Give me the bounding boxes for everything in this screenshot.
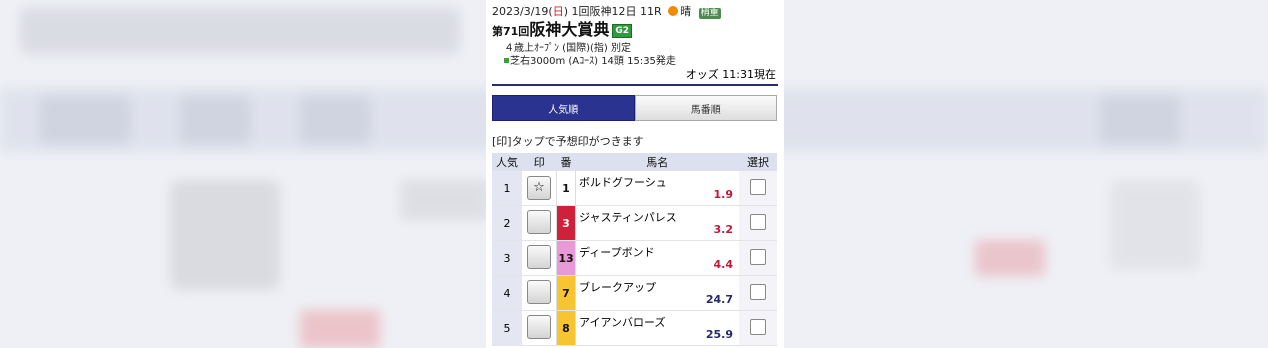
select-cell — [739, 205, 777, 241]
mark-cell: ☆ — [522, 171, 557, 206]
select-checkbox[interactable] — [750, 178, 766, 195]
tab-popularity[interactable]: 人気順 — [492, 95, 635, 121]
select-checkbox[interactable] — [750, 318, 766, 335]
select-checkbox[interactable] — [750, 248, 766, 265]
horse-cell: ブレークアップ 24.7 — [575, 275, 739, 311]
mark-button[interactable]: ☆ — [527, 176, 551, 200]
horse-name[interactable]: ディープボンド — [579, 244, 655, 260]
select-checkbox[interactable] — [750, 213, 766, 230]
popularity-rank: 1 — [492, 171, 522, 206]
horse-name[interactable]: ジャスティンパレス — [579, 209, 677, 225]
horse-number: 1 — [556, 171, 576, 206]
race-header: 2023/3/19(日) 1回阪神12日 11R 晴 稍重 第71回阪神大賞典 G… — [486, 0, 784, 68]
popularity-rank: 4 — [492, 275, 522, 311]
header-rank: 人気 — [492, 153, 522, 171]
mark-button[interactable] — [527, 279, 551, 304]
mark-button[interactable] — [527, 209, 551, 234]
table-row: 3 13 ディープボンド 4.4 — [492, 240, 777, 276]
race-edition: 第71回 — [492, 25, 530, 38]
course-text: 芝右3000m (Aｺｰｽ) 14頭 15:35発走 — [510, 56, 676, 67]
popularity-rank: 2 — [492, 205, 522, 241]
tab-horse-number[interactable]: 馬番順 — [634, 95, 777, 121]
sort-tabs: 人気順 馬番順 — [492, 95, 777, 121]
win-odds: 24.7 — [705, 293, 733, 306]
odds-table: 人気 印 番 馬名 選択 1 ☆ 1 ボルドグフーシュ 1.9 2 3 ジャスティンパレス 3.… — [492, 153, 777, 346]
win-odds: 3.2 — [713, 223, 734, 236]
mark-cell — [522, 275, 557, 311]
header-mark: 印 — [522, 153, 557, 171]
header-horse-name: 馬名 — [575, 153, 739, 171]
horse-number: 7 — [556, 275, 576, 311]
horse-cell: ジャスティンパレス 3.2 — [575, 205, 739, 241]
turf-square-icon — [504, 58, 509, 63]
popularity-rank: 3 — [492, 240, 522, 276]
day-of-week: 日 — [552, 5, 564, 18]
select-checkbox[interactable] — [750, 283, 766, 300]
horse-cell: アイアンバローズ 25.9 — [575, 310, 739, 346]
horse-name[interactable]: アイアンバローズ — [579, 314, 665, 330]
win-odds: 4.4 — [713, 258, 734, 271]
popularity-rank: 5 — [492, 310, 522, 346]
select-cell — [739, 171, 777, 206]
race-meeting: ) 1回阪神12日 11R — [563, 5, 662, 18]
win-odds: 1.9 — [713, 188, 734, 201]
race-name: 阪神大賞典 — [529, 20, 610, 39]
select-cell — [739, 275, 777, 311]
horse-number: 3 — [556, 205, 576, 241]
table-row: 4 7 ブレークアップ 24.7 — [492, 275, 777, 311]
select-cell — [739, 240, 777, 276]
mark-cell — [522, 310, 557, 346]
table-row: 2 3 ジャスティンパレス 3.2 — [492, 205, 777, 241]
mark-hint: [印]タップで予想印がつきます — [492, 135, 644, 148]
horse-number: 8 — [556, 310, 576, 346]
mark-button[interactable] — [527, 244, 551, 269]
horse-cell: ディープボンド 4.4 — [575, 240, 739, 276]
horse-cell: ボルドグフーシュ 1.9 — [575, 171, 739, 206]
select-cell — [739, 310, 777, 346]
horse-number: 13 — [556, 240, 576, 276]
race-title: 第71回阪神大賞典 G2 — [492, 20, 784, 42]
weather-label: 晴 — [680, 5, 692, 18]
header-number: 番 — [556, 153, 576, 171]
track-condition-badge: 稍重 — [698, 8, 721, 19]
mark-cell — [522, 205, 557, 241]
mark-cell — [522, 240, 557, 276]
race-odds-panel: 2023/3/19(日) 1回阪神12日 11R 晴 稍重 第71回阪神大賞典 G… — [486, 0, 784, 348]
race-conditions: ４歳上ｵｰﾌﾟﾝ (国際)(指) 別定 — [504, 43, 631, 54]
win-odds: 25.9 — [705, 328, 733, 341]
table-row: 1 ☆ 1 ボルドグフーシュ 1.9 — [492, 171, 777, 206]
horse-name[interactable]: ボルドグフーシュ — [579, 174, 667, 190]
horse-name[interactable]: ブレークアップ — [579, 279, 656, 295]
odds-timestamp: オッズ 11:31現在 — [685, 68, 776, 81]
mark-button[interactable] — [527, 314, 551, 339]
header-divider — [492, 84, 778, 86]
header-select: 選択 — [739, 153, 777, 171]
table-row: 5 8 アイアンバローズ 25.9 — [492, 310, 777, 346]
grade-badge: G2 — [612, 24, 632, 38]
sunny-weather-icon — [668, 6, 679, 16]
race-date: 2023/3/19( — [492, 5, 553, 18]
race-date-line: 2023/3/19(日) 1回阪神12日 11R 晴 稍重 — [492, 5, 784, 19]
